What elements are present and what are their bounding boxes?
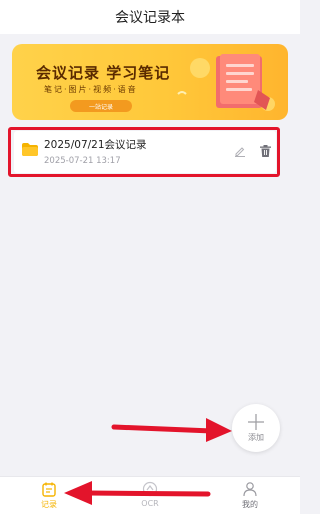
banner-tag: 一站记录	[70, 100, 132, 112]
page-title: 会议记录本	[115, 10, 185, 26]
notebook-illustration-icon	[177, 54, 275, 111]
banner-subtitle: 笔记·图片·视频·语音	[44, 85, 138, 94]
tab-notes-label: 记录	[41, 500, 57, 509]
plus-icon	[248, 414, 264, 430]
add-button[interactable]: 添加	[232, 404, 280, 452]
folder-icon	[22, 143, 38, 156]
person-icon	[243, 482, 257, 497]
banner-title: 会议记录 学习笔记	[36, 64, 171, 82]
title-bar: 会议记录本	[0, 0, 300, 34]
calendar-icon	[42, 482, 56, 497]
tab-mine-label: 我的	[242, 500, 258, 509]
list-item[interactable]: 2025/07/21会议记录 2025-07-21 13:17	[14, 131, 276, 173]
arrow-to-add-icon	[111, 418, 232, 442]
edit-icon[interactable]	[234, 145, 246, 157]
trash-icon[interactable]	[260, 145, 271, 157]
arrow-to-notes-tab-icon	[64, 481, 211, 505]
add-button-label: 添加	[248, 433, 264, 442]
tab-mine[interactable]: 我的	[230, 481, 270, 513]
promo-banner[interactable]: 会议记录 学习笔记 笔记·图片·视频·语音 一站记录	[12, 44, 288, 120]
note-date: 2025-07-21 13:17	[44, 156, 121, 166]
note-title: 2025/07/21会议记录	[44, 139, 147, 151]
